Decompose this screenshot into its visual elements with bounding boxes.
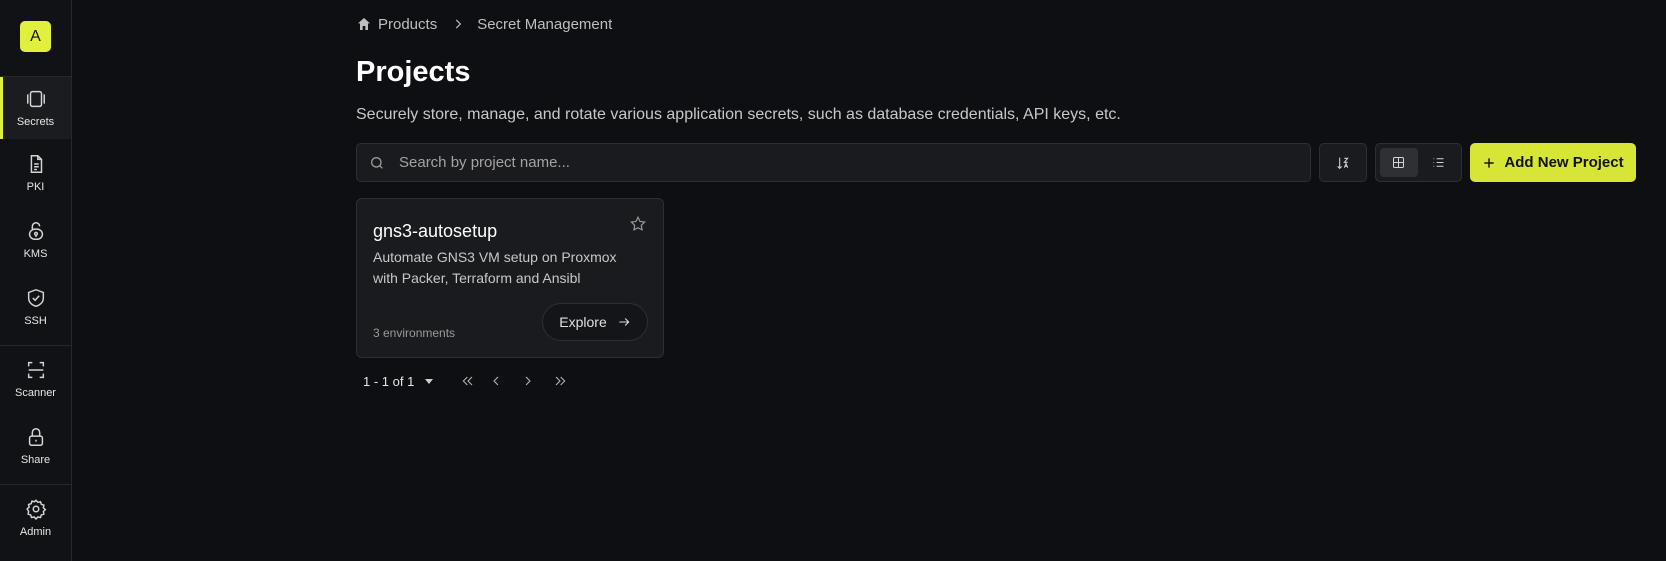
sidebar-item-label: Share: [20, 454, 51, 466]
sidebar-item-secrets[interactable]: Secrets: [0, 77, 71, 139]
list-icon: [1433, 158, 1444, 167]
page-title: Projects: [356, 56, 471, 88]
explore-label: Explore: [559, 314, 607, 330]
next-page-button[interactable]: [520, 373, 536, 389]
pagination: 1 - 1 of 1: [363, 372, 568, 390]
first-page-button[interactable]: [460, 373, 476, 389]
sidebar-item-share[interactable]: Share: [0, 415, 71, 477]
lock-icon: [28, 428, 43, 446]
chevrons-left-icon: [462, 376, 473, 386]
sidebar-item-label: PKI: [26, 181, 45, 193]
search-input[interactable]: [399, 154, 1310, 171]
gear-icon: [25, 499, 46, 520]
scan-icon: [27, 361, 44, 379]
project-environments: 3 environments: [373, 326, 456, 340]
sidebar-item-label: KMS: [23, 248, 48, 260]
breadcrumb: Products Secret Management: [356, 14, 612, 34]
star-icon[interactable]: [629, 215, 647, 233]
view-toggle: [1375, 143, 1462, 182]
prev-page-button[interactable]: [488, 373, 504, 389]
org-avatar[interactable]: A: [20, 21, 51, 52]
sidebar-item-kms[interactable]: KMS: [0, 209, 71, 271]
sidebar-divider: [0, 484, 71, 485]
chevron-right-icon: [525, 376, 532, 386]
page-size-select[interactable]: 1 - 1 of 1: [363, 374, 434, 389]
shield-check-icon: [27, 288, 44, 308]
chevrons-right-icon: [555, 376, 566, 386]
explore-button[interactable]: Explore: [542, 303, 648, 341]
add-new-project-button[interactable]: Add New Project: [1470, 143, 1636, 182]
sort-button[interactable]: [1319, 143, 1367, 182]
home-icon[interactable]: [356, 16, 372, 32]
project-card[interactable]: gns3-autosetup Automate GNS3 VM setup on…: [356, 198, 664, 358]
arrow-right-icon: [617, 315, 631, 329]
page-description: Securely store, manage, and rotate vario…: [356, 106, 1121, 123]
sidebar-divider: [0, 345, 71, 346]
sidebar-item-scanner[interactable]: Scanner: [0, 348, 71, 410]
breadcrumb-products[interactable]: Products: [378, 16, 437, 33]
sidebar-item-label: Secrets: [16, 116, 55, 128]
sidebar: A Secrets PKI KMS SSH Scanner Share Admi…: [0, 0, 72, 561]
plus-icon: [1482, 156, 1496, 170]
chevron-right-icon: [451, 17, 465, 31]
search-box: [356, 143, 1311, 182]
add-new-project-label: Add New Project: [1504, 154, 1624, 171]
project-description: Automate GNS3 VM setup on Proxmox with P…: [373, 249, 617, 286]
sidebar-item-admin[interactable]: Admin: [0, 487, 71, 549]
chevron-left-icon: [493, 376, 499, 386]
lock-key-icon: [28, 222, 43, 240]
project-name: gns3-autosetup: [373, 221, 498, 241]
caret-down-icon: [424, 376, 434, 386]
breadcrumb-secret-management[interactable]: Secret Management: [477, 16, 612, 33]
sidebar-item-label: Admin: [19, 526, 52, 538]
sidebar-item-ssh[interactable]: SSH: [0, 276, 71, 338]
last-page-button[interactable]: [552, 373, 568, 389]
pagination-range: 1 - 1 of 1: [363, 373, 415, 389]
sidebar-item-label: Scanner: [15, 387, 56, 399]
document-icon: [30, 155, 42, 173]
sort-icon: [1337, 157, 1349, 169]
search-icon: [369, 155, 385, 171]
grid-view-button[interactable]: [1380, 148, 1418, 177]
sidebar-item-label: SSH: [24, 315, 47, 327]
vault-icon: [26, 90, 45, 108]
grid-icon: [1393, 157, 1405, 168]
sidebar-item-pki[interactable]: PKI: [0, 142, 71, 204]
list-view-button[interactable]: [1420, 148, 1458, 177]
